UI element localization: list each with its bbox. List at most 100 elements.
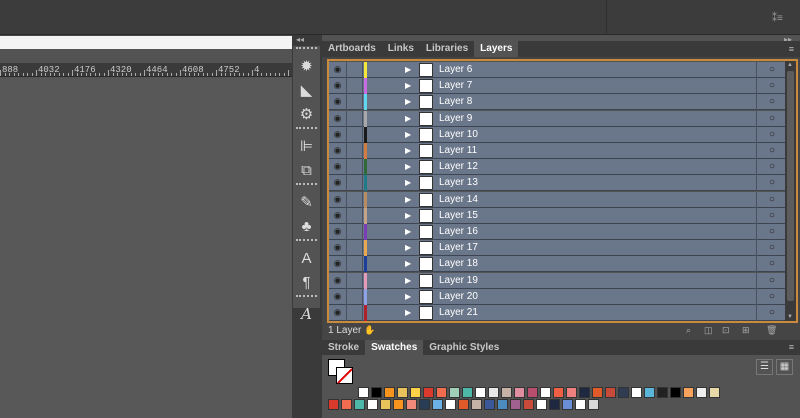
eye-icon[interactable]: ◉ bbox=[329, 191, 347, 208]
eye-icon[interactable]: ◉ bbox=[329, 240, 347, 257]
color-swatch[interactable] bbox=[562, 399, 573, 410]
expand-triangle-icon[interactable]: ▶ bbox=[405, 273, 411, 289]
grip-icon[interactable] bbox=[296, 239, 317, 244]
locate-object-icon[interactable]: ⌕ bbox=[686, 325, 691, 336]
document-tab[interactable] bbox=[0, 36, 292, 49]
color-guide-icon[interactable]: ✹ bbox=[293, 54, 320, 78]
color-swatch[interactable] bbox=[553, 387, 564, 398]
color-swatch[interactable] bbox=[592, 387, 603, 398]
color-swatch[interactable] bbox=[588, 399, 599, 410]
expand-triangle-icon[interactable]: ▶ bbox=[405, 143, 411, 159]
eye-icon[interactable]: ◉ bbox=[329, 110, 347, 127]
target-circle-icon[interactable]: ○ bbox=[756, 272, 787, 289]
target-circle-icon[interactable]: ○ bbox=[756, 62, 787, 78]
lock-toggle[interactable] bbox=[347, 110, 363, 127]
eye-icon[interactable]: ◉ bbox=[329, 78, 347, 95]
layer-name[interactable]: Layer 19 bbox=[439, 273, 478, 289]
expand-triangle-icon[interactable]: ▶ bbox=[405, 78, 411, 94]
color-swatch[interactable] bbox=[367, 399, 378, 410]
color-swatch[interactable] bbox=[432, 399, 443, 410]
color-swatch[interactable] bbox=[670, 387, 681, 398]
color-swatch[interactable] bbox=[397, 387, 408, 398]
color-swatch[interactable] bbox=[549, 399, 560, 410]
color-swatch[interactable] bbox=[475, 387, 486, 398]
expand-triangle-icon[interactable]: ▶ bbox=[405, 62, 411, 78]
expand-triangle-icon[interactable]: ▶ bbox=[405, 175, 411, 191]
eye-icon[interactable]: ◉ bbox=[329, 288, 347, 305]
color-swatch[interactable] bbox=[458, 399, 469, 410]
layer-name[interactable]: Layer 8 bbox=[439, 94, 472, 110]
layers-scrollbar[interactable]: ▲ ▼ bbox=[785, 61, 796, 321]
target-circle-icon[interactable]: ○ bbox=[756, 94, 787, 111]
stroke-swatch[interactable] bbox=[336, 367, 353, 384]
list-view-icon[interactable]: ☰ bbox=[756, 359, 773, 375]
panel-menu-icon[interactable]: ≡ bbox=[789, 41, 794, 57]
layer-row[interactable]: ◉ ▶ Layer 14 ○ bbox=[329, 191, 787, 208]
opentype-icon[interactable]: A bbox=[293, 302, 320, 326]
lock-toggle[interactable] bbox=[347, 126, 363, 143]
color-swatch[interactable] bbox=[380, 399, 391, 410]
color-swatch[interactable] bbox=[419, 399, 430, 410]
layer-row[interactable]: ◉ ▶ Layer 6 ○ bbox=[329, 62, 787, 78]
color-swatch[interactable] bbox=[449, 387, 460, 398]
color-swatch[interactable] bbox=[484, 399, 495, 410]
layer-row[interactable]: ◉ ▶ Layer 19 ○ bbox=[329, 272, 787, 289]
eye-icon[interactable]: ◉ bbox=[329, 175, 347, 192]
layer-name[interactable]: Layer 11 bbox=[439, 143, 477, 159]
target-circle-icon[interactable]: ○ bbox=[756, 159, 787, 176]
tab-graphic-styles[interactable]: Graphic Styles bbox=[423, 340, 505, 355]
color-swatch[interactable] bbox=[605, 387, 616, 398]
layer-row[interactable]: ◉ ▶ Layer 13 ○ bbox=[329, 175, 787, 192]
color-swatch[interactable] bbox=[358, 387, 369, 398]
layer-name[interactable]: Layer 18 bbox=[439, 256, 478, 272]
eye-icon[interactable]: ◉ bbox=[329, 143, 347, 159]
thumbnail-view-icon[interactable]: ▦ bbox=[776, 359, 793, 375]
layer-name[interactable]: Layer 13 bbox=[439, 175, 478, 191]
layer-row[interactable]: ◉ ▶ Layer 21 ○ bbox=[329, 305, 787, 321]
color-swatch[interactable] bbox=[471, 399, 482, 410]
tab-stroke[interactable]: Stroke bbox=[322, 340, 365, 355]
color-swatch[interactable] bbox=[514, 387, 525, 398]
lock-toggle[interactable] bbox=[347, 175, 363, 192]
target-circle-icon[interactable]: ○ bbox=[756, 191, 787, 208]
layer-name[interactable]: Layer 14 bbox=[439, 192, 478, 208]
color-swatch[interactable] bbox=[644, 387, 655, 398]
color-swatch[interactable] bbox=[536, 399, 547, 410]
color-swatch[interactable] bbox=[406, 399, 417, 410]
lock-toggle[interactable] bbox=[347, 305, 363, 321]
expand-triangle-icon[interactable]: ▶ bbox=[405, 208, 411, 224]
color-swatch[interactable] bbox=[501, 387, 512, 398]
color-swatch[interactable] bbox=[618, 387, 629, 398]
character-icon[interactable]: A bbox=[293, 246, 320, 270]
target-circle-icon[interactable]: ○ bbox=[756, 126, 787, 143]
layer-row[interactable]: ◉ ▶ Layer 9 ○ bbox=[329, 110, 787, 127]
panel-menu-icon[interactable]: ≡ bbox=[789, 340, 794, 355]
color-swatch[interactable] bbox=[436, 387, 447, 398]
lock-toggle[interactable] bbox=[347, 78, 363, 95]
color-swatch[interactable] bbox=[488, 387, 499, 398]
eye-icon[interactable]: ◉ bbox=[329, 272, 347, 289]
color-swatch[interactable] bbox=[523, 399, 534, 410]
layers-list[interactable]: ◉ ▶ Layer 21 ○ ◉ ▶ Layer 20 ○ ◉ ▶ Layer 19 ○ ◉ ▶ Layer… bbox=[327, 59, 798, 323]
target-circle-icon[interactable]: ○ bbox=[756, 305, 787, 321]
color-swatch[interactable] bbox=[566, 387, 577, 398]
eye-icon[interactable]: ◉ bbox=[329, 126, 347, 143]
color-swatch[interactable] bbox=[328, 399, 339, 410]
brushes-icon[interactable]: ✎ bbox=[293, 190, 320, 214]
layer-name[interactable]: Layer 20 bbox=[439, 289, 478, 305]
eye-icon[interactable]: ◉ bbox=[329, 62, 347, 78]
paragraph-icon[interactable]: ¶ bbox=[293, 270, 320, 294]
grip-icon[interactable] bbox=[296, 127, 317, 132]
color-swatch[interactable] bbox=[579, 387, 590, 398]
target-circle-icon[interactable]: ○ bbox=[756, 143, 787, 159]
color-swatch[interactable] bbox=[696, 387, 707, 398]
expand-triangle-icon[interactable]: ▶ bbox=[405, 159, 411, 175]
target-circle-icon[interactable]: ○ bbox=[756, 288, 787, 305]
expand-triangle-icon[interactable]: ▶ bbox=[405, 289, 411, 305]
target-circle-icon[interactable]: ○ bbox=[756, 78, 787, 95]
grip-icon[interactable] bbox=[296, 295, 317, 300]
color-swatch[interactable] bbox=[445, 399, 456, 410]
layer-row[interactable]: ◉ ▶ Layer 10 ○ bbox=[329, 126, 787, 143]
tab-links[interactable]: Links bbox=[382, 41, 420, 57]
eye-icon[interactable]: ◉ bbox=[329, 159, 347, 176]
